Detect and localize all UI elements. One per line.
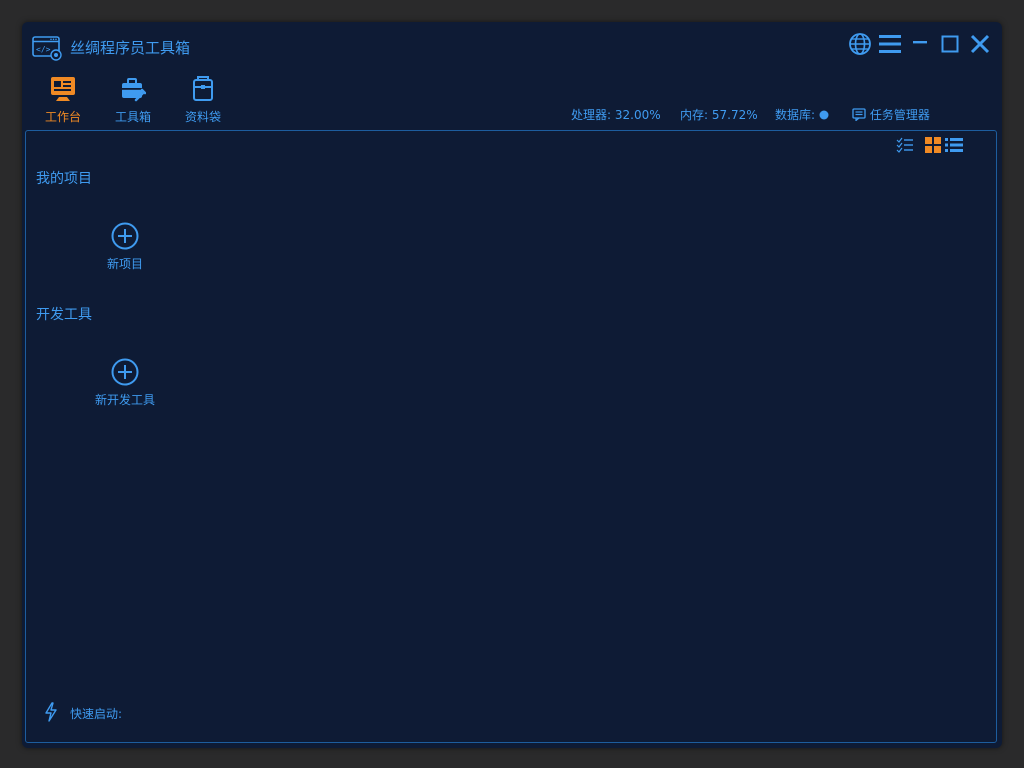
database-status: 数据库: [775, 106, 829, 123]
tab-toolbox[interactable]: 工具箱 [103, 76, 163, 125]
cpu-usage: 处理器: 32.00% [571, 108, 661, 122]
task-manager-button[interactable]: 任务管理器 [852, 106, 930, 123]
app-title: 丝绸程序员工具箱 [70, 39, 191, 57]
workbench-panel: 我的项目 新项目 开发工具 新开发工具 快速启动: [25, 130, 997, 743]
close-icon[interactable] [968, 32, 992, 56]
bag-icon [193, 76, 213, 101]
grid-view-icon[interactable] [925, 137, 941, 153]
maximize-icon[interactable] [938, 32, 962, 56]
add-circle-icon [111, 358, 139, 386]
tab-workbench[interactable]: 工作台 [33, 76, 93, 125]
tab-workbench-label: 工作台 [44, 110, 81, 124]
database-label: 数据库: [775, 108, 816, 122]
list-view-icon[interactable] [945, 137, 963, 153]
tab-toolbox-label: 工具箱 [114, 110, 151, 124]
task-manager-icon [852, 108, 866, 122]
section-title-projects: 我的项目 [36, 171, 92, 187]
toolbox-icon [122, 78, 146, 102]
workbench-icon [51, 77, 75, 101]
database-status-dot-icon [819, 110, 829, 120]
app-window: </> 丝绸程序员工具箱 工作台 工具箱 资料袋 处理器: 32.00% 内存:… [22, 22, 1002, 748]
add-circle-icon [111, 222, 139, 250]
new-project-button[interactable]: 新项目 [80, 222, 170, 272]
app-logo-icon: </> [32, 36, 62, 61]
tab-bag[interactable]: 资料袋 [173, 76, 233, 125]
menu-icon[interactable] [878, 32, 902, 56]
globe-icon[interactable] [848, 32, 872, 56]
section-title-dev-tools: 开发工具 [36, 307, 92, 323]
tab-bag-label: 资料袋 [184, 110, 221, 124]
minimize-icon[interactable] [908, 32, 932, 56]
task-manager-label: 任务管理器 [869, 108, 930, 122]
lightning-icon [45, 702, 57, 722]
new-dev-tool-button[interactable]: 新开发工具 [80, 358, 170, 408]
memory-usage: 内存: 57.72% [680, 108, 758, 122]
checklist-icon[interactable] [896, 137, 914, 153]
quick-launch-label: 快速启动: [70, 707, 123, 721]
new-dev-tool-label: 新开发工具 [94, 393, 155, 407]
svg-text:</>: </> [36, 45, 51, 54]
new-project-label: 新项目 [106, 257, 143, 271]
